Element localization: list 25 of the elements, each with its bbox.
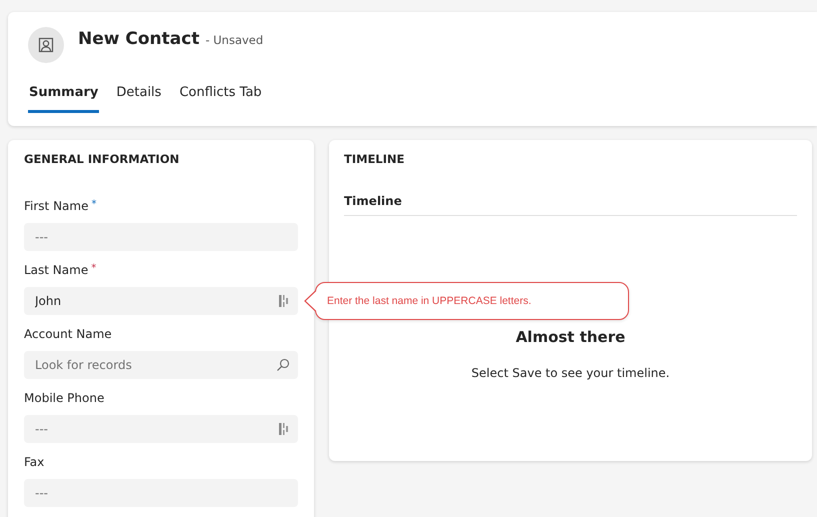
- input-field[interactable]: ---: [24, 415, 298, 443]
- timeline-heading: Timeline: [344, 194, 797, 216]
- required-marker: *: [91, 199, 96, 210]
- field-label: Mobile Phone: [24, 391, 104, 405]
- contact-avatar-icon: [28, 27, 64, 63]
- bars-icon: [278, 422, 290, 436]
- input-field[interactable]: ---: [24, 223, 298, 251]
- record-title: New Contact: [78, 29, 200, 49]
- field-label: First Name: [24, 199, 88, 213]
- section-title: GENERAL INFORMATION: [24, 152, 180, 166]
- tab[interactable]: Details: [115, 85, 162, 113]
- search-icon[interactable]: [276, 358, 290, 372]
- field-label: Account Name: [24, 327, 112, 341]
- section-title: TIMELINE: [344, 152, 406, 166]
- tab[interactable]: Conflicts Tab: [178, 85, 263, 113]
- input-field[interactable]: Look for records: [24, 351, 298, 379]
- bars-icon: [278, 294, 290, 308]
- tab[interactable]: Summary: [28, 85, 100, 113]
- input-field[interactable]: ---: [24, 479, 298, 507]
- empty-state-text: Select Save to see your timeline.: [471, 366, 670, 380]
- save-status: - Unsaved: [205, 33, 264, 47]
- required-marker: *: [91, 263, 96, 274]
- empty-state-title: Almost there: [516, 328, 626, 346]
- field-label: Last Name: [24, 263, 88, 277]
- field-label: Fax: [24, 455, 44, 469]
